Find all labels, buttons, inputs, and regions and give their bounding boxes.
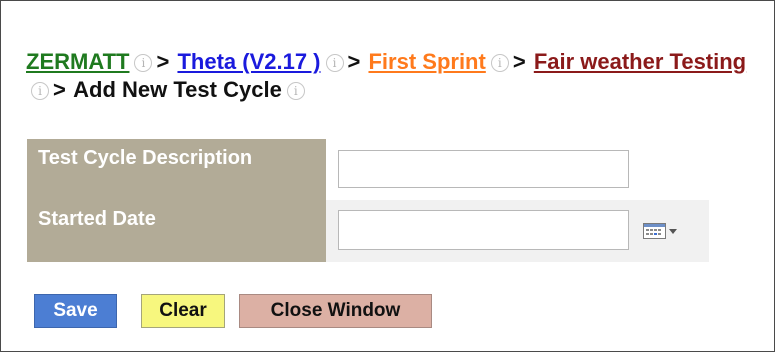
breadcrumb-link-release[interactable]: Theta (V2.17 ) <box>177 49 320 74</box>
started-date-input[interactable] <box>338 210 629 250</box>
info-icon[interactable]: i <box>325 54 344 72</box>
breadcrumb-link-sprint[interactable]: First Sprint <box>368 49 485 74</box>
test-cycle-description-label: Test Cycle Description <box>38 147 253 169</box>
started-date-label: Started Date <box>38 208 156 230</box>
close-window-button[interactable]: Close Window <box>239 294 432 328</box>
breadcrumb-separator: > <box>156 49 170 74</box>
info-icon[interactable]: i <box>490 54 509 72</box>
breadcrumb-separator: > <box>53 77 66 102</box>
breadcrumb-separator: > <box>347 49 361 74</box>
info-icon[interactable]: i <box>134 54 153 72</box>
dialog-frame: ZERMATT i > Theta (V2.17 ) i > First Sprint i… <box>0 0 775 352</box>
breadcrumb-current-page: Add New Test Cycle <box>73 77 282 102</box>
calendar-dropdown-icon[interactable] <box>642 221 682 241</box>
test-cycle-description-input[interactable] <box>338 150 629 188</box>
breadcrumb-link-test-suite[interactable]: Fair weather Testing <box>534 49 746 74</box>
clear-button[interactable]: Clear <box>141 294 225 328</box>
form-label-column: Test Cycle Description Started Date <box>27 139 326 262</box>
breadcrumb: ZERMATT i > Theta (V2.17 ) i > First Sprint i… <box>26 48 771 104</box>
breadcrumb-link-project[interactable]: ZERMATT <box>26 49 129 74</box>
info-icon[interactable]: i <box>31 82 49 100</box>
info-icon[interactable]: i <box>286 82 305 100</box>
save-button[interactable]: Save <box>34 294 117 328</box>
breadcrumb-separator: > <box>512 49 526 74</box>
